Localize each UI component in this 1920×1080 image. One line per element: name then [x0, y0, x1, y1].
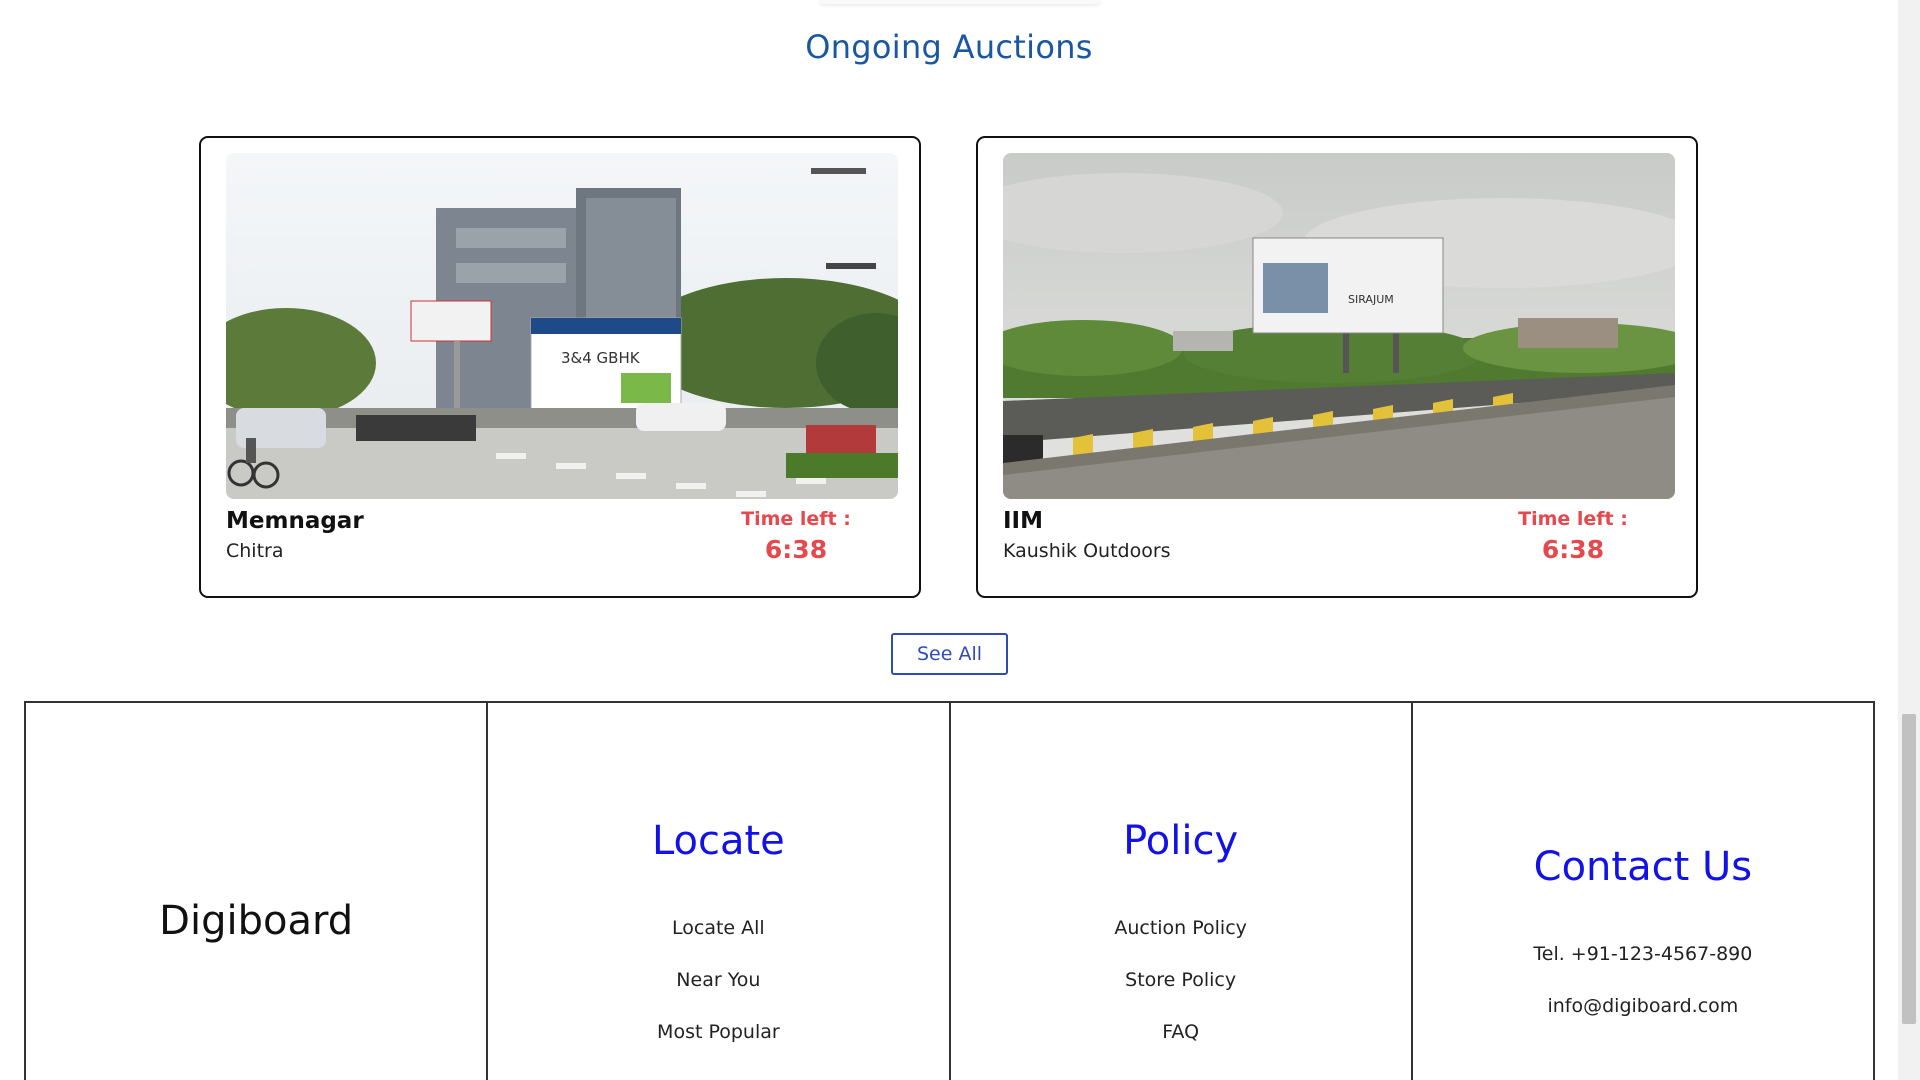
auction-owner: Kaushik Outdoors	[1003, 540, 1171, 562]
auction-location-name: Memnagar	[226, 508, 364, 534]
time-left-label: Time left :	[741, 508, 851, 530]
time-left: Time left : 6:38	[1508, 508, 1638, 564]
auction-policy-link[interactable]: Auction Policy	[951, 902, 1411, 954]
auction-card[interactable]: SIRAJUM IIM Kaushik Outdoors Time left:…	[976, 136, 1698, 598]
billboard-text: SIRAJUM	[1348, 293, 1394, 306]
time-left: Time left : 6:38	[731, 508, 861, 564]
footer-locate-column: Locate Locate All Near You Most Popular	[488, 703, 951, 1080]
policy-links: Auction Policy Store Policy FAQ	[951, 902, 1411, 1058]
scrollbar-thumb[interactable]	[1902, 714, 1916, 1024]
footer-policy-column: Policy Auction Policy Store Policy FAQ	[951, 703, 1413, 1080]
footer: Digiboard Locate Locate All Near You Mos…	[24, 701, 1875, 1080]
contact-email-link[interactable]: info@digiboard.com	[1413, 980, 1873, 1032]
contact-phone: Tel. +91-123-4567-890	[1533, 943, 1753, 965]
vertical-scrollbar[interactable]	[1898, 0, 1920, 1080]
brand-name: Digiboard	[159, 898, 354, 944]
contact-details: Tel. +91-123-4567-890 info@digiboard.com	[1413, 928, 1873, 1032]
time-left-value: 6:38	[764, 535, 828, 564]
auction-image[interactable]: SIRAJUM	[1003, 153, 1675, 499]
auction-location-name: IIM	[1003, 508, 1044, 534]
section-title: Ongoing Auctions	[805, 28, 1093, 66]
auction-image[interactable]: 3&4 GBHK	[226, 153, 898, 499]
footer-brand-column: Digiboard	[26, 703, 489, 1080]
contact-heading: Contact Us	[1533, 844, 1753, 890]
locate-all-link[interactable]: Locate All	[488, 902, 948, 954]
most-popular-link[interactable]: Most Popular	[488, 1006, 948, 1058]
auction-owner: Chitra	[226, 540, 284, 562]
street-billboard-photo: 3&4 GBHK	[226, 153, 898, 499]
faq-link[interactable]: FAQ	[951, 1006, 1411, 1058]
page: Ongoing Auctions 3&4 GBHK Memnagar Chitr…	[0, 0, 1920, 1080]
near-you-link[interactable]: Near You	[488, 954, 948, 1006]
footer-contact-column: Contact Us Tel. +91-123-4567-890 info@di…	[1413, 703, 1875, 1080]
billboard-text: 3&4 GBHK	[561, 349, 641, 367]
store-policy-link[interactable]: Store Policy	[951, 954, 1411, 1006]
see-all-button[interactable]: See All	[891, 633, 1008, 675]
highway-billboard-photo: SIRAJUM	[1003, 153, 1675, 499]
policy-heading: Policy	[1123, 818, 1239, 864]
time-left-value: 6:38	[1541, 535, 1605, 564]
auction-card[interactable]: 3&4 GBHK Memnagar Chitra Time left: 6:3…	[199, 136, 921, 598]
header-shadow	[820, 0, 1100, 4]
locate-links: Locate All Near You Most Popular	[488, 902, 948, 1058]
locate-heading: Locate	[651, 818, 785, 864]
time-left-label: Time left :	[1518, 508, 1628, 530]
